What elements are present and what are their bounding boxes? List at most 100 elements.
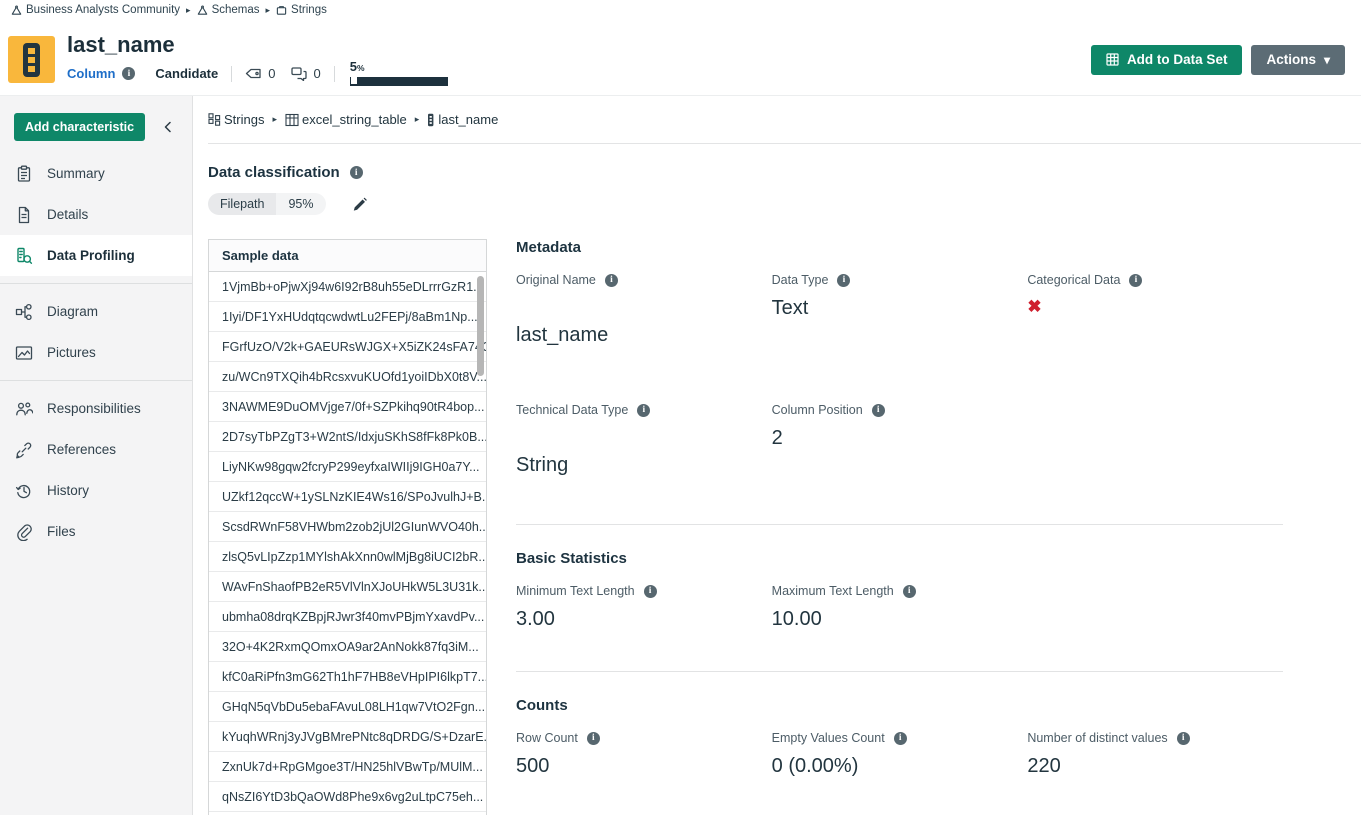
tags-count: 0	[268, 66, 275, 81]
classification-tag[interactable]: Filepath 95%	[208, 193, 326, 215]
info-icon[interactable]	[605, 274, 618, 287]
community-icon	[197, 5, 208, 16]
sidebar-item-label: Responsibilities	[47, 401, 141, 416]
sample-data-row: kfC0aRiPfn3mG62Th1hF7HB8eVHpIPI6lkpT7...	[209, 662, 486, 692]
asset-breadcrumb: Strings excel_string_table last_name	[208, 96, 1361, 144]
metadata-section: Metadata Original Name last_name Data Ty…	[516, 239, 1283, 524]
breadcrumb-caret-icon	[415, 114, 420, 125]
tag-icon	[245, 67, 262, 80]
info-icon[interactable]	[644, 585, 657, 598]
sidebar-item-references[interactable]: References	[0, 429, 192, 470]
sample-data-row: qNsZI6YtD3bQaOWd8Phe9x6vg2uLtpC75eh...	[209, 782, 486, 812]
sample-data-row: 2D7syTbPZgT3+W2ntS/IdxjuSKhS8fFk8Pk0B...	[209, 422, 486, 452]
schema-icon	[208, 113, 221, 126]
sidebar-item-history[interactable]: History	[0, 470, 192, 511]
column-icon	[8, 36, 55, 83]
add-to-dataset-button[interactable]: Add to Data Set	[1091, 45, 1243, 75]
domain-icon	[276, 5, 287, 16]
sidebar-item-label: Files	[47, 524, 76, 539]
sample-data-row: GHqN5qVbDu5ebaFAvuL08LH1qw7VtO2Fgn...	[209, 692, 486, 722]
info-icon[interactable]	[837, 274, 850, 287]
counts-section: Counts Row Count 500 Empty Values Count …	[516, 697, 1283, 778]
table-icon	[285, 113, 299, 127]
breadcrumb-schemas-link[interactable]: Schemas	[197, 4, 260, 16]
sidebar-item-label: Pictures	[47, 345, 96, 360]
clipboard-icon	[15, 165, 33, 183]
breadcrumb-label: Business Analysts Community	[26, 4, 180, 16]
edit-classification-button[interactable]	[352, 197, 367, 212]
sidebar-item-diagram[interactable]: Diagram	[0, 291, 192, 332]
data-profiling-icon	[15, 247, 33, 265]
divider	[0, 380, 192, 381]
actions-button[interactable]: Actions	[1251, 45, 1345, 75]
sidebar-item-summary[interactable]: Summary	[0, 153, 192, 194]
completeness-indicator: 5%	[350, 58, 448, 86]
field-value: last_name	[516, 324, 772, 347]
red-cross-icon	[1027, 297, 1041, 317]
scrollbar-thumb[interactable]	[477, 276, 484, 376]
sidebar-item-responsibilities[interactable]: Responsibilities	[0, 388, 192, 429]
sidebar-item-files[interactable]: Files	[0, 511, 192, 552]
info-icon[interactable]	[894, 732, 907, 745]
chevron-down-icon	[1324, 52, 1330, 67]
document-icon	[15, 206, 33, 224]
breadcrumb-community-link[interactable]: Business Analysts Community	[11, 4, 180, 16]
community-icon	[11, 5, 22, 16]
divider	[516, 671, 1283, 672]
sidebar: Add characteristic Summary Details	[0, 96, 193, 815]
info-icon[interactable]	[350, 166, 363, 179]
sample-data-row: LiyNKw98gqw2fcryP299eyfxaIWIIj9IGH0a7Y..…	[209, 452, 486, 482]
global-breadcrumb: Business Analysts Community Schemas Stri…	[0, 0, 1361, 20]
breadcrumb-caret-icon	[186, 5, 191, 16]
sample-data-panel: Sample data 1VjmBb+oPjwXj94w6I92rB8uh55e…	[208, 239, 487, 815]
breadcrumb-schema-link[interactable]: Strings	[208, 112, 264, 127]
section-heading: Counts	[516, 697, 568, 714]
tags-counter[interactable]: 0	[245, 66, 275, 81]
section-heading: Metadata	[516, 239, 581, 256]
sample-data-row: 1Iyi/DF1YxHUdqtqcwdwtLu2FEPj/8aBm1Np...	[209, 302, 486, 332]
sidebar-item-details[interactable]: Details	[0, 194, 192, 235]
column-icon	[427, 113, 435, 127]
field-data-type: Data Type Text	[772, 273, 1028, 403]
sidebar-item-data-profiling[interactable]: Data Profiling	[0, 235, 192, 276]
add-characteristic-button[interactable]: Add characteristic	[14, 113, 145, 141]
info-icon[interactable]	[122, 67, 135, 80]
sample-data-row: UZkf12qccW+1ySLNzKIE4Ws16/SPoJvulhJ+B...	[209, 482, 486, 512]
info-icon[interactable]	[1177, 732, 1190, 745]
breadcrumb-table-link[interactable]: excel_string_table	[285, 112, 407, 127]
sidebar-nav: Summary Details Data Profiling	[0, 153, 192, 552]
main-content: Strings excel_string_table last_name	[193, 96, 1361, 815]
history-icon	[15, 482, 33, 500]
breadcrumb-label: last_name	[438, 112, 498, 127]
divider	[334, 66, 335, 82]
sample-data-row: ScsdRWnF58VHWbm2zob2jUl2GIunWVO40h...	[209, 512, 486, 542]
divider	[516, 524, 1283, 525]
sample-data-row: 32O+4K2RxmQOmxOA9ar2AnNokk87fq3iM...	[209, 632, 486, 662]
breadcrumb-label: excel_string_table	[302, 112, 407, 127]
breadcrumb-strings-link[interactable]: Strings	[276, 4, 327, 16]
completeness-bar	[350, 77, 448, 86]
asset-type-link[interactable]: Column	[67, 66, 115, 81]
sample-data-row: ubmha08drqKZBpjRJwr3f40mvPBjmYxavdPv...	[209, 602, 486, 632]
paperclip-icon	[15, 523, 33, 541]
basic-statistics-section: Basic Statistics Minimum Text Length 3.0…	[516, 550, 1283, 631]
field-row-count: Row Count 500	[516, 731, 772, 778]
info-icon[interactable]	[903, 585, 916, 598]
info-icon[interactable]	[637, 404, 650, 417]
info-icon[interactable]	[1129, 274, 1142, 287]
sample-data-header: Sample data	[209, 240, 486, 272]
sample-data-row: 3NAWME9DuOMVjge7/0f+SZPkihq90tR4bop...	[209, 392, 486, 422]
field-value: Text	[772, 297, 1028, 320]
comments-counter[interactable]: 0	[291, 66, 320, 81]
field-value: 10.00	[772, 608, 1028, 631]
breadcrumb-label: Schemas	[212, 4, 260, 16]
info-icon[interactable]	[587, 732, 600, 745]
people-icon	[15, 400, 33, 418]
info-icon[interactable]	[872, 404, 885, 417]
sidebar-item-label: References	[47, 442, 116, 457]
sidebar-item-pictures[interactable]: Pictures	[0, 332, 192, 373]
chevron-left-icon[interactable]	[162, 120, 175, 134]
completeness-value: 5	[350, 59, 357, 74]
status-badge: Candidate	[155, 66, 218, 81]
breadcrumb-column-link[interactable]: last_name	[427, 112, 498, 127]
